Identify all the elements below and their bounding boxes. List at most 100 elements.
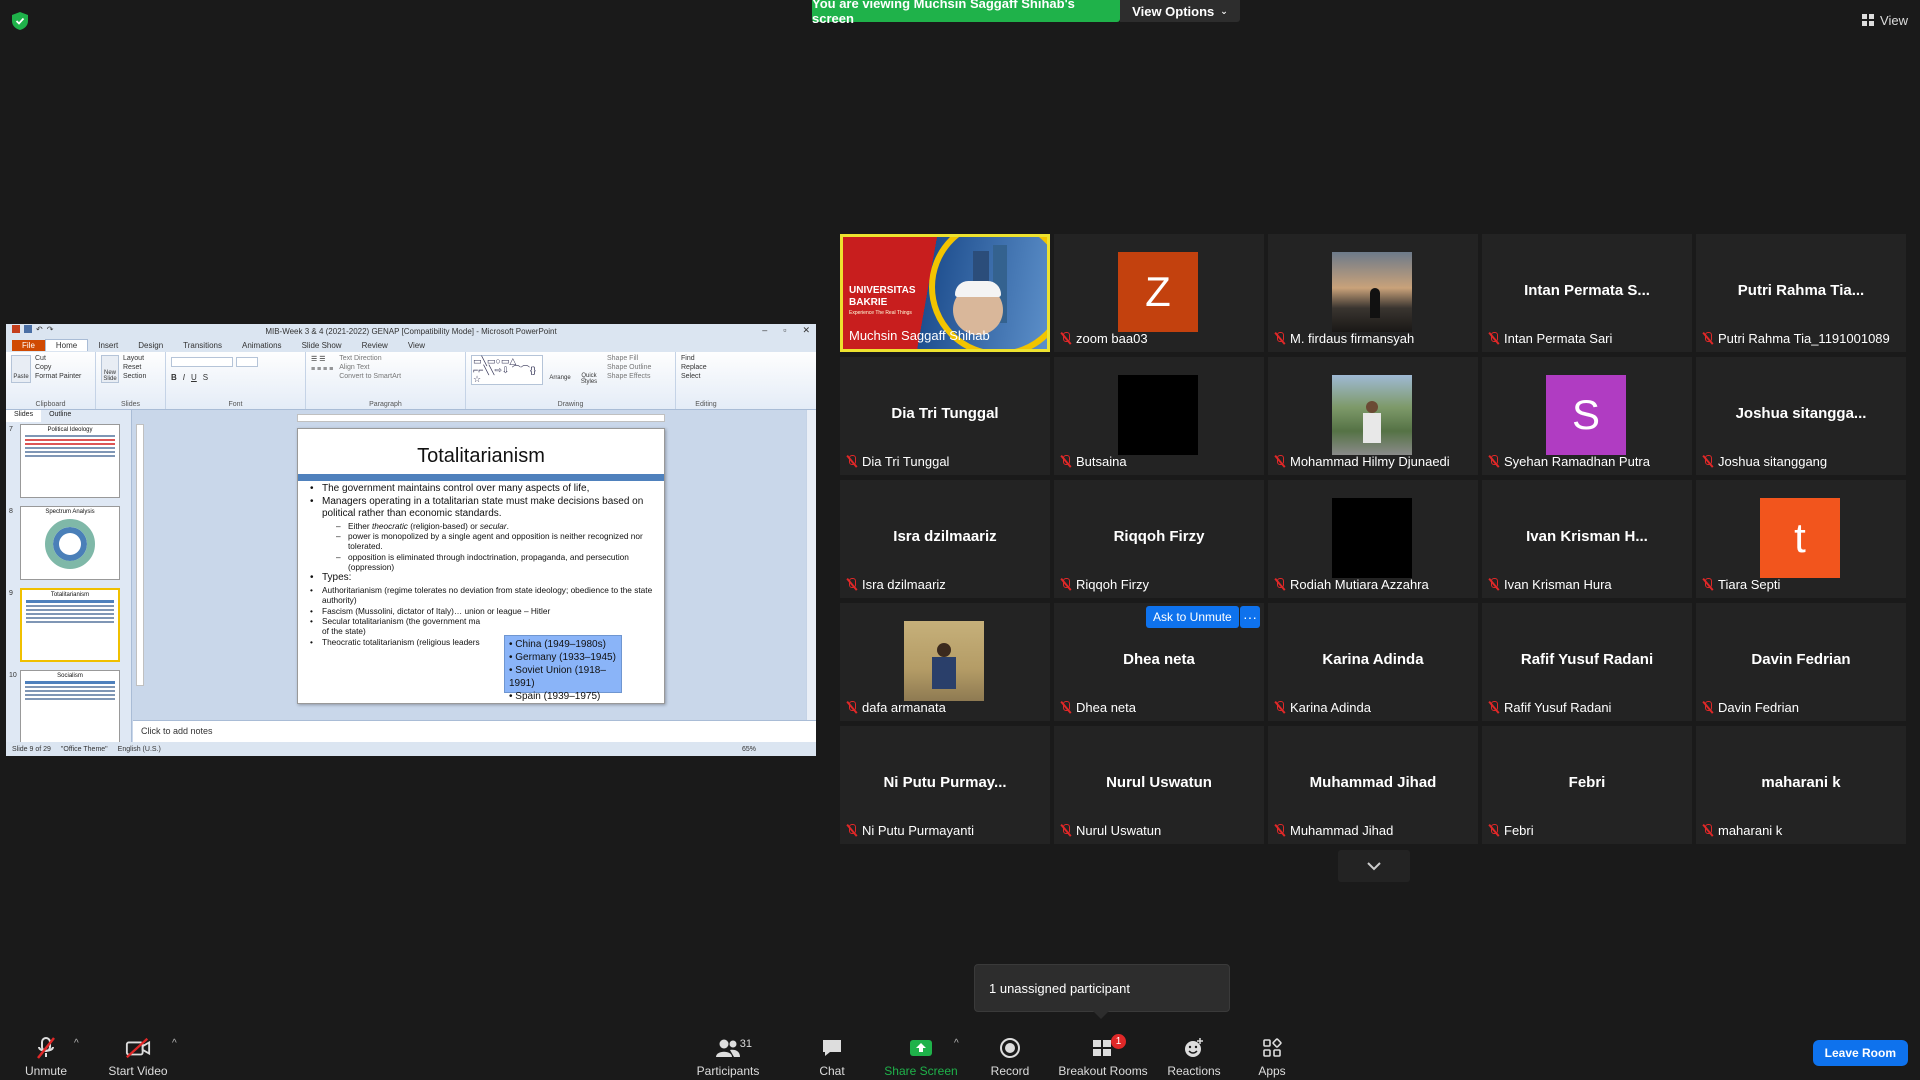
- minimize-icon[interactable]: –: [762, 325, 767, 336]
- reset-button[interactable]: Reset: [123, 364, 146, 371]
- audio-options-caret[interactable]: ^: [74, 1038, 79, 1049]
- find-button[interactable]: Find: [681, 355, 731, 362]
- ribbon-tab-review[interactable]: Review: [352, 340, 398, 351]
- more-options-button[interactable]: ···: [1240, 606, 1260, 628]
- participant-tile[interactable]: Febri Febri: [1482, 726, 1692, 844]
- slide-title[interactable]: Totalitarianism: [298, 445, 664, 468]
- align-text-button[interactable]: Align Text: [339, 364, 401, 371]
- chat-button[interactable]: Chat: [812, 1030, 852, 1078]
- participant-tile[interactable]: Intan Permata S... Intan Permata Sari: [1482, 234, 1692, 352]
- slide-thumbnail-8[interactable]: 8 Spectrum Analysis: [6, 506, 131, 586]
- underline-icon[interactable]: U: [191, 373, 197, 382]
- reactions-button[interactable]: Reactions: [1166, 1030, 1222, 1078]
- participant-tile[interactable]: Rafif Yusuf Radani Rafif Yusuf Radani: [1482, 603, 1692, 721]
- slide-callout-box[interactable]: • China (1949–1980s) • Germany (1933–194…: [504, 635, 622, 702]
- slide-thumbnail-10[interactable]: 10 Socialism: [6, 670, 131, 750]
- participant-tile[interactable]: dafa armanata: [840, 603, 1050, 721]
- redo-icon[interactable]: ↷: [47, 325, 54, 334]
- view-layout-button[interactable]: View: [1862, 10, 1908, 30]
- bullets-icon[interactable]: ☰ ☰: [311, 355, 333, 363]
- convert-smartart-button[interactable]: Convert to SmartArt: [339, 373, 401, 380]
- slides-pane[interactable]: Slides Outline 7 Political Ideology 8 Sp…: [6, 410, 132, 744]
- participants-button[interactable]: 31 Participants: [692, 1030, 764, 1078]
- bold-icon[interactable]: B: [171, 373, 177, 382]
- participant-tile[interactable]: M. firdaus firmansyah: [1268, 234, 1478, 352]
- slide-editor[interactable]: Totalitarianism The government maintains…: [133, 410, 816, 720]
- select-button[interactable]: Select: [681, 373, 731, 380]
- participant-tile[interactable]: Mohammad Hilmy Djunaedi: [1268, 357, 1478, 475]
- video-options-caret[interactable]: ^: [172, 1038, 177, 1049]
- participant-tile[interactable]: Putri Rahma Tia... Putri Rahma Tia_119100…: [1696, 234, 1906, 352]
- outline-tab[interactable]: Outline: [41, 410, 79, 422]
- slides-tab[interactable]: Slides: [6, 410, 42, 422]
- shape-fill-button[interactable]: Shape Fill: [607, 355, 651, 362]
- leave-room-button[interactable]: Leave Room: [1812, 1040, 1908, 1066]
- participant-tile[interactable]: Butsaina: [1054, 357, 1264, 475]
- slide-thumbnail-7[interactable]: 7 Political Ideology: [6, 424, 131, 504]
- participant-tile[interactable]: Isra dzilmaariz Isra dzilmaariz: [840, 480, 1050, 598]
- slide-body[interactable]: The government maintains control over ma…: [298, 483, 664, 647]
- participant-tile[interactable]: Dia Tri Tunggal Dia Tri Tunggal: [840, 357, 1050, 475]
- format-painter-button[interactable]: Format Painter: [35, 373, 81, 380]
- unassigned-participant-tooltip[interactable]: 1 unassigned participant: [974, 964, 1230, 1019]
- participant-tile[interactable]: Ivan Krisman H... Ivan Krisman Hura: [1482, 480, 1692, 598]
- ribbon-tab-animations[interactable]: Animations: [232, 340, 292, 351]
- ribbon-tab-view[interactable]: View: [398, 340, 435, 351]
- arrange-button[interactable]: Arrange: [549, 355, 571, 385]
- participant-tile[interactable]: Nurul Uswatun Nurul Uswatun: [1054, 726, 1264, 844]
- quick-styles-button[interactable]: Quick Styles: [577, 355, 601, 385]
- slide-thumbnail-9[interactable]: 9 Totalitarianism: [6, 588, 131, 668]
- font-size-select[interactable]: [236, 357, 258, 367]
- save-icon[interactable]: [24, 325, 32, 333]
- paste-button[interactable]: Paste: [11, 355, 31, 383]
- quick-access-toolbar[interactable]: ↶ ↷: [12, 325, 53, 334]
- zoom-level[interactable]: 65%: [742, 746, 756, 753]
- participant-tile[interactable]: Muhammad Jihad Muhammad Jihad: [1268, 726, 1478, 844]
- font-family-select[interactable]: [171, 357, 233, 367]
- ribbon-tab-slideshow[interactable]: Slide Show: [292, 340, 352, 351]
- layout-button[interactable]: Layout: [123, 355, 146, 362]
- breakout-rooms-button[interactable]: 1 Breakout Rooms: [1058, 1030, 1148, 1078]
- maximize-icon[interactable]: ▫: [783, 325, 786, 336]
- participant-tile[interactable]: Joshua sitangga... Joshua sitanggang: [1696, 357, 1906, 475]
- view-options-button[interactable]: View Options ⌄: [1120, 0, 1240, 22]
- undo-icon[interactable]: ↶: [36, 325, 43, 334]
- participant-tile[interactable]: UNIVERSITAS BAKRIE Experience The Real Thi…: [840, 234, 1050, 352]
- record-button[interactable]: Record: [988, 1030, 1032, 1078]
- participant-tile[interactable]: Karina Adinda Karina Adinda: [1268, 603, 1478, 721]
- participant-tile[interactable]: Rodiah Mutiara Azzahra: [1268, 480, 1478, 598]
- new-slide-button[interactable]: New Slide: [101, 355, 119, 383]
- section-button[interactable]: Section: [123, 373, 146, 380]
- encryption-shield-icon[interactable]: [12, 12, 28, 30]
- shapes-gallery[interactable]: ▭╲▭○▭△ ⌐⌐╲╲⇨⇩ ⌒⌒{}☆: [471, 355, 543, 385]
- close-icon[interactable]: ✕: [802, 325, 810, 336]
- cut-button[interactable]: Cut: [35, 355, 81, 362]
- ribbon-tab-insert[interactable]: Insert: [88, 340, 128, 351]
- shared-screen[interactable]: ↶ ↷ MIB-Week 3 & 4 (2021-2022) GENAP [Co…: [6, 324, 816, 756]
- participant-tile[interactable]: maharani k maharani k: [1696, 726, 1906, 844]
- current-slide[interactable]: Totalitarianism The government maintains…: [297, 428, 665, 704]
- share-screen-button[interactable]: Share Screen: [884, 1030, 958, 1078]
- slide-scrollbar[interactable]: [806, 410, 816, 720]
- participant-tile[interactable]: S Syehan Ramadhan Putra: [1482, 357, 1692, 475]
- participant-tile[interactable]: Davin Fedrian Davin Fedrian: [1696, 603, 1906, 721]
- ask-to-unmute-button[interactable]: Ask to Unmute: [1146, 606, 1239, 628]
- copy-button[interactable]: Copy: [35, 364, 81, 371]
- shape-outline-button[interactable]: Shape Outline: [607, 364, 651, 371]
- start-video-button[interactable]: Start Video: [106, 1030, 170, 1078]
- apps-button[interactable]: Apps: [1254, 1030, 1290, 1078]
- unmute-button[interactable]: Unmute: [22, 1030, 70, 1078]
- share-options-caret[interactable]: ^: [954, 1038, 959, 1049]
- ribbon-tab-home[interactable]: Home: [44, 339, 89, 351]
- replace-button[interactable]: Replace: [681, 364, 731, 371]
- shape-effects-button[interactable]: Shape Effects: [607, 373, 651, 380]
- participant-tile[interactable]: Zzoom baa03: [1054, 234, 1264, 352]
- participant-tile[interactable]: Ni Putu Purmay... Ni Putu Purmayanti: [840, 726, 1050, 844]
- ribbon-tab-design[interactable]: Design: [128, 340, 173, 351]
- align-icons[interactable]: ≡ ≡ ≡ ≡: [311, 366, 333, 373]
- notes-pane[interactable]: Click to add notes: [133, 720, 816, 742]
- ribbon-tab-file[interactable]: File: [12, 339, 45, 351]
- text-direction-button[interactable]: Text Direction: [339, 355, 401, 362]
- participant-tile[interactable]: t Tiara Septi: [1696, 480, 1906, 598]
- participant-tile[interactable]: Riqqoh Firzy Riqqoh Firzy: [1054, 480, 1264, 598]
